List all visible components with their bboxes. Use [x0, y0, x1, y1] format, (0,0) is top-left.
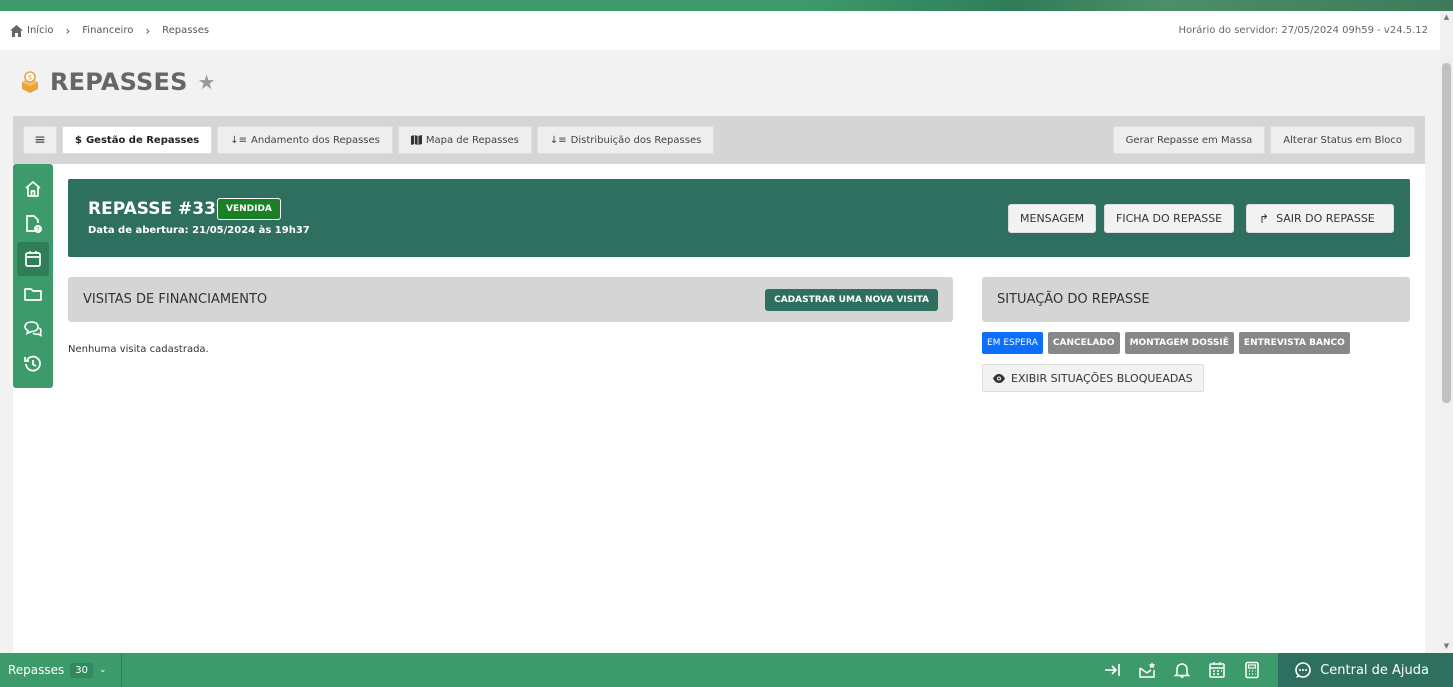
- chevron-down-icon: ⌄: [99, 665, 107, 675]
- sidenav-item-home[interactable]: [17, 172, 49, 206]
- bottom-bar: Repasses 30 ⌄ Central de Ajuda: [0, 653, 1453, 687]
- page-title: REPASSES: [50, 68, 188, 96]
- alterar-status-em-bloco-button[interactable]: Alterar Status em Bloco: [1270, 126, 1415, 154]
- calculator-icon[interactable]: [1243, 661, 1261, 679]
- svg-text:?: ?: [36, 226, 39, 233]
- history-icon: [24, 355, 41, 372]
- sidenav-item-mensagens[interactable]: [17, 312, 49, 346]
- sair-do-repasse-label: SAIR DO REPASSE: [1276, 212, 1375, 225]
- tab-label: Mapa de Repasses: [425, 134, 519, 146]
- svg-text:$: $: [28, 74, 32, 82]
- visitas-heading: VISITAS DE FINANCIAMENTO: [83, 292, 268, 307]
- situacao-panel-header: SITUAÇÃO DO REPASSE: [982, 277, 1410, 322]
- exibir-situacoes-label: EXIBIR SITUAÇÕES BLOQUEADAS: [1011, 371, 1193, 385]
- home-icon: [10, 24, 23, 37]
- repasse-open-date: Data de abertura: 21/05/2024 às 19h37: [88, 225, 310, 236]
- breadcrumb-home[interactable]: Início: [10, 24, 54, 37]
- breadcrumb-home-label: Início: [27, 25, 54, 36]
- file-question-icon: ?: [26, 215, 42, 233]
- bell-icon[interactable]: [1173, 661, 1191, 679]
- main-content: ? REPASSE #339 VENDIDA Data de abertura:…: [13, 164, 1425, 653]
- scroll-up-icon[interactable]: ▲: [1440, 11, 1453, 24]
- sort-icon: ↓≡: [549, 134, 567, 146]
- calendar-grid-icon[interactable]: [1208, 661, 1226, 679]
- sidenav-item-historico[interactable]: [17, 347, 49, 381]
- share-arrow-icon: ↱: [1259, 211, 1270, 226]
- sair-do-repasse-button[interactable]: ↱ SAIR DO REPASSE: [1246, 204, 1394, 233]
- page-scrollbar[interactable]: ▲ ▼: [1440, 11, 1453, 653]
- breadcrumb-item-repasses[interactable]: Repasses: [162, 25, 209, 36]
- hamburger-icon: ≡: [34, 132, 46, 148]
- dollar-icon: $: [75, 134, 82, 146]
- exibir-situacoes-bloqueadas-button[interactable]: EXIBIR SITUAÇÕES BLOQUEADAS: [982, 364, 1204, 392]
- sidenav-item-documentos[interactable]: ?: [17, 207, 49, 241]
- sidenav-item-arquivos[interactable]: [17, 277, 49, 311]
- repasse-header-banner: REPASSE #339 VENDIDA Data de abertura: 2…: [68, 179, 1410, 257]
- chevron-right-icon: ›: [65, 23, 71, 38]
- collapse-right-icon[interactable]: [1103, 661, 1121, 679]
- server-time: Horário do servidor: 27/05/2024 09h59 - …: [1178, 25, 1428, 36]
- empty-visits-message: Nenhuma visita cadastrada.: [68, 344, 209, 355]
- breadcrumb-item-financeiro[interactable]: Financeiro: [82, 25, 133, 36]
- page-title-row: $ REPASSES ★: [18, 68, 216, 96]
- tab-andamento-dos-repasses[interactable]: ↓≡ Andamento dos Repasses: [217, 126, 393, 154]
- central-de-ajuda-button[interactable]: Central de Ajuda: [1278, 653, 1453, 687]
- side-navigation: ?: [13, 164, 53, 388]
- situacao-heading: SITUAÇÃO DO REPASSE: [997, 292, 1150, 307]
- visitas-panel-header: VISITAS DE FINANCIAMENTO CADASTRAR UMA N…: [68, 277, 953, 322]
- status-badge: VENDIDA: [217, 198, 281, 220]
- map-icon: [410, 135, 422, 145]
- chevron-right-icon: ›: [145, 23, 151, 38]
- status-cancelado[interactable]: CANCELADO: [1047, 332, 1120, 354]
- chat-icon: [24, 321, 43, 337]
- cadastrar-nova-visita-button[interactable]: CADASTRAR UMA NOVA VISITA: [765, 288, 938, 311]
- eye-icon: [993, 373, 1005, 383]
- module-name: Repasses: [8, 663, 65, 677]
- status-entrevista-banco[interactable]: ENTREVISTA BANCO: [1238, 332, 1350, 354]
- tab-distribuicao-dos-repasses[interactable]: ↓≡ Distribuição dos Repasses: [536, 126, 715, 154]
- top-accent-stripe: [0, 0, 1453, 11]
- calendar-icon: [25, 251, 41, 267]
- top-header: Início › Financeiro › Repasses Horário d…: [0, 11, 1440, 50]
- gerar-repasse-em-massa-button[interactable]: Gerar Repasse em Massa: [1112, 126, 1266, 154]
- mensagem-button[interactable]: MENSAGEM: [1008, 204, 1097, 233]
- ficha-do-repasse-button[interactable]: FICHA DO REPASSE: [1104, 204, 1235, 233]
- scrollbar-thumb[interactable]: [1442, 63, 1451, 403]
- tab-label: Andamento dos Repasses: [251, 134, 380, 146]
- menu-toggle-button[interactable]: ≡: [23, 126, 57, 154]
- tab-bar: ≡ $ Gestão de Repasses ↓≡ Andamento dos …: [13, 116, 1425, 164]
- module-count: 30: [70, 662, 94, 678]
- tab-label: Distribuição dos Repasses: [570, 134, 702, 146]
- status-em-espera[interactable]: EM ESPERA: [982, 332, 1043, 354]
- home-outline-icon: [25, 181, 41, 197]
- repasse-title: REPASSE #339: [88, 199, 228, 219]
- tab-label: Gestão de Repasses: [85, 134, 200, 146]
- folder-icon: [24, 288, 42, 301]
- mail-star-icon[interactable]: [1138, 661, 1156, 679]
- module-selector[interactable]: Repasses 30 ⌄: [0, 653, 122, 687]
- help-chat-icon: [1295, 662, 1311, 678]
- status-options: EM ESPERA CANCELADO MONTAGEM DOSSIÊ ENTR…: [982, 332, 1350, 354]
- repasses-logo-icon: $: [22, 71, 38, 93]
- scroll-down-icon[interactable]: ▼: [1440, 640, 1453, 653]
- breadcrumb: Início › Financeiro › Repasses: [10, 24, 209, 38]
- tab-gestao-de-repasses[interactable]: $ Gestão de Repasses: [62, 126, 213, 154]
- tab-mapa-de-repasses[interactable]: Mapa de Repasses: [397, 126, 532, 154]
- favorite-star-icon[interactable]: ★: [198, 70, 216, 94]
- help-label: Central de Ajuda: [1320, 662, 1429, 678]
- sidenav-item-agenda[interactable]: [17, 242, 49, 276]
- status-montagem-dossie[interactable]: MONTAGEM DOSSIÊ: [1124, 332, 1234, 354]
- sort-icon: ↓≡: [230, 134, 248, 146]
